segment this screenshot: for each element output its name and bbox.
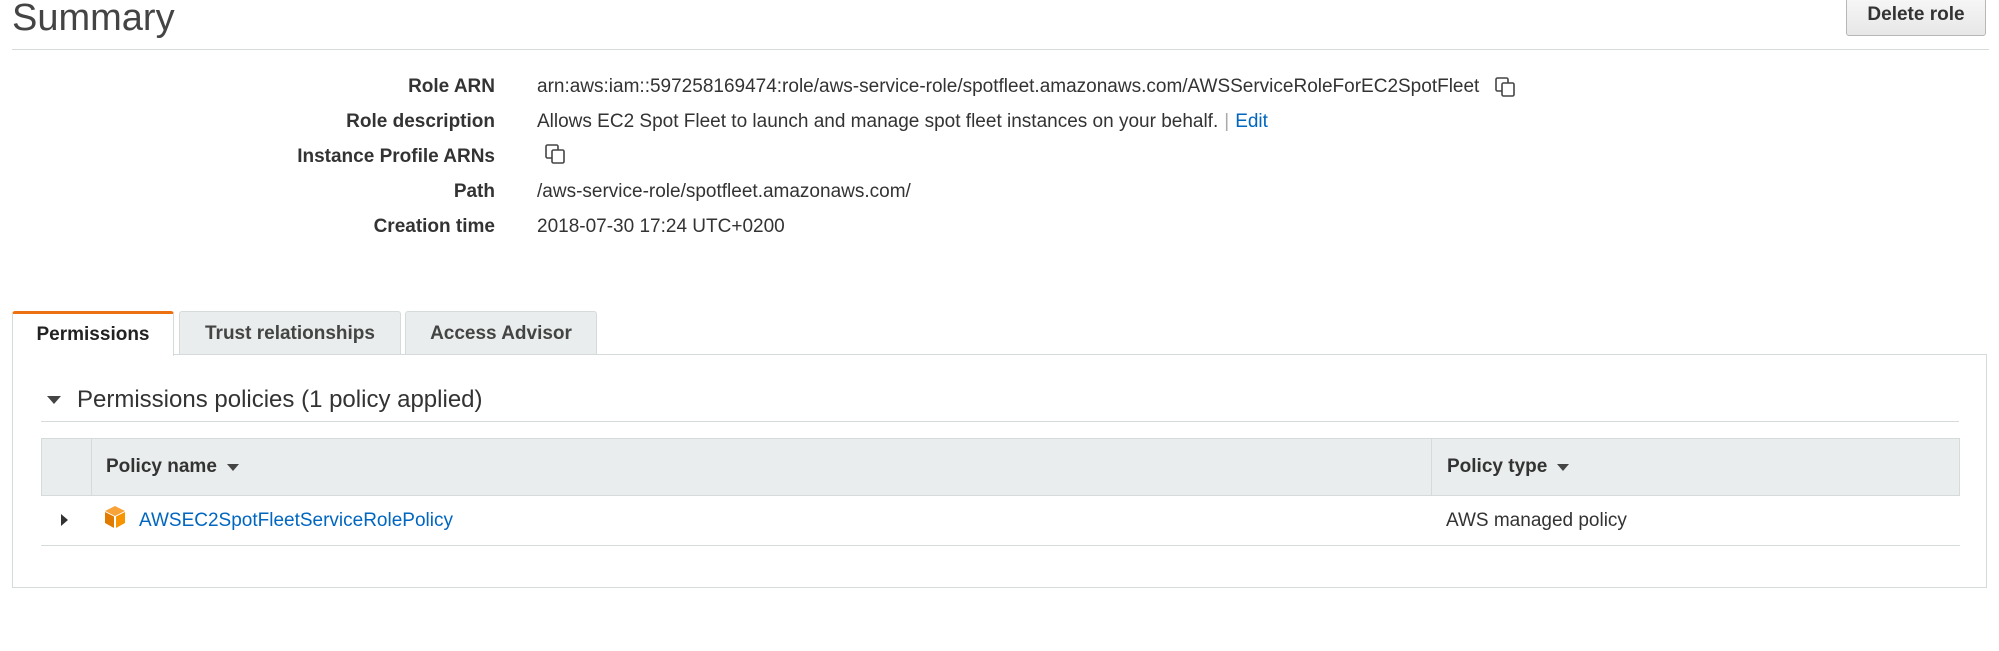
table-header: Policy name Policy type — [41, 438, 1960, 496]
tab-trust-relationships[interactable]: Trust relationships — [179, 311, 401, 355]
edit-description-link[interactable]: Edit — [1235, 107, 1268, 137]
copy-icon[interactable] — [1493, 75, 1517, 99]
creation-time-label: Creation time — [373, 216, 495, 237]
role-arn-value: arn:aws:iam::597258169474:role/aws-servi… — [537, 76, 1480, 97]
column-header-label: Policy type — [1447, 456, 1548, 477]
role-description-label: Role description — [346, 111, 495, 132]
copy-icon[interactable] — [543, 142, 567, 166]
tab-access-advisor[interactable]: Access Advisor — [405, 311, 597, 355]
role-arn-label: Role ARN — [408, 76, 495, 97]
section-title: Permissions policies (1 policy applied) — [77, 386, 483, 413]
aws-managed-policy-cube-icon — [105, 506, 125, 528]
role-description-value-wrap: Allows EC2 Spot Fleet to launch and mana… — [537, 107, 1268, 137]
delete-role-button[interactable]: Delete role — [1846, 0, 1986, 36]
permissions-panel: Permissions policies (1 policy applied) … — [12, 354, 1987, 588]
column-header-label: Policy name — [106, 456, 217, 477]
sort-caret-icon — [226, 463, 239, 471]
separator: | — [1224, 111, 1230, 132]
table-row: AWSEC2SpotFleetServiceRolePolicy AWS man… — [41, 496, 1960, 546]
path-value: /aws-service-role/spotfleet.amazonaws.co… — [537, 181, 911, 202]
creation-time-value: 2018-07-30 17:24 UTC+0200 — [537, 216, 785, 237]
tab-permissions[interactable]: Permissions — [12, 311, 174, 356]
header-select-cell — [42, 439, 92, 495]
policy-type-value: AWS managed policy — [1446, 510, 1627, 531]
permissions-policies-toggle[interactable]: Permissions policies (1 policy applied) — [41, 379, 1959, 422]
summary-row-creation-time: Creation time 2018-07-30 17:24 UTC+0200 — [0, 212, 1999, 242]
summary-row-role-description: Role description Allows EC2 Spot Fleet t… — [0, 107, 1999, 137]
column-header-policy-type[interactable]: Policy type — [1433, 439, 1959, 495]
role-description-value: Allows EC2 Spot Fleet to launch and mana… — [537, 111, 1219, 132]
summary-row-role-arn: Role ARN arn:aws:iam::597258169474:role/… — [0, 72, 1999, 102]
policy-name-link[interactable]: AWSEC2SpotFleetServiceRolePolicy — [139, 510, 453, 532]
path-label: Path — [453, 181, 495, 202]
summary-row-instance-profile-arns: Instance Profile ARNs — [0, 142, 1999, 172]
page-header: Summary Delete role — [12, 0, 1989, 50]
role-arn-value-wrap: arn:aws:iam::597258169474:role/aws-servi… — [537, 72, 1517, 102]
column-header-policy-name[interactable]: Policy name — [92, 439, 1432, 495]
page-title: Summary — [12, 0, 175, 39]
expand-row-icon[interactable] — [61, 514, 68, 526]
sort-caret-icon — [1557, 463, 1570, 471]
caret-down-icon — [47, 396, 61, 404]
summary-row-path: Path /aws-service-role/spotfleet.amazona… — [0, 177, 1999, 207]
instance-profile-arns-value-wrap — [537, 142, 567, 166]
instance-profile-arns-label: Instance Profile ARNs — [297, 146, 495, 167]
